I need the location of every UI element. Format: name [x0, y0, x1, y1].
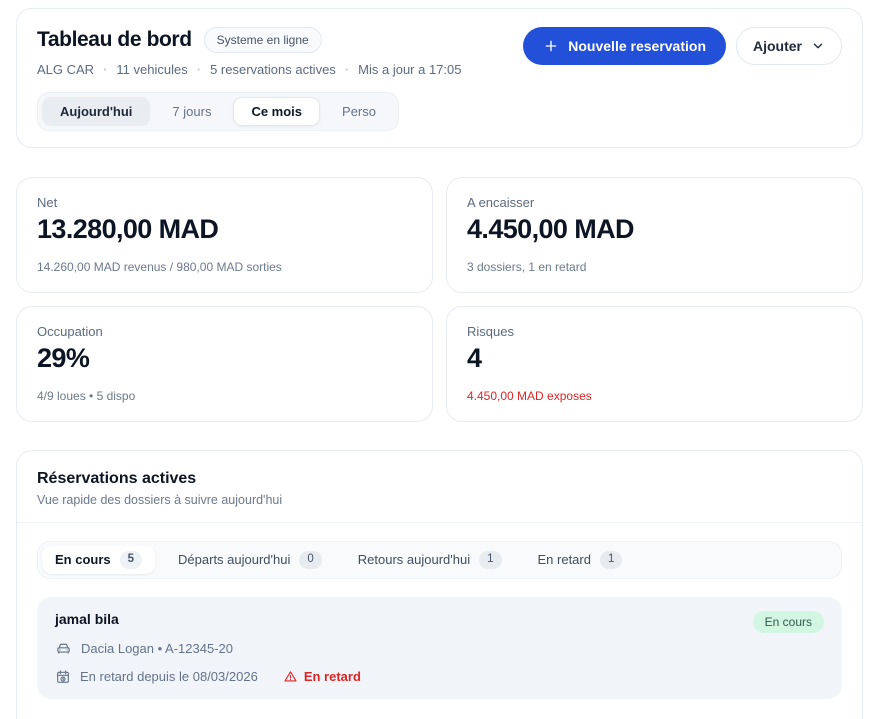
filter-tab-departs[interactable]: Départs aujourd'hui 0	[165, 546, 335, 574]
page-title: Tableau de bord	[37, 28, 192, 52]
reservations-header: Réservations actives Vue rapide des doss…	[17, 451, 862, 523]
stat-label: Occupation	[37, 324, 412, 339]
period-tab-this-month[interactable]: Ce mois	[233, 97, 320, 126]
stat-label: A encaisser	[467, 195, 842, 210]
reservation-card-top: jamal bila En cours	[55, 611, 824, 633]
filter-tab-retours[interactable]: Retours aujourd'hui 1	[345, 546, 515, 574]
reservation-card[interactable]: jamal bila En cours Dacia Logan • A-1234…	[37, 597, 842, 699]
filter-tab-label: En retard	[538, 552, 591, 567]
status-badge: Systeme en ligne	[204, 27, 322, 53]
filter-count-badge: 0	[299, 551, 321, 569]
filter-count-badge: 1	[479, 551, 501, 569]
header-top: Tableau de bord Systeme en ligne ALG CAR…	[37, 27, 842, 77]
stat-subtext: 14.260,00 MAD revenus / 980,00 MAD sorti…	[37, 260, 412, 274]
stat-value: 13.280,00 MAD	[37, 214, 412, 245]
customer-name: jamal bila	[55, 611, 119, 627]
reservation-filter-tabs: En cours 5 Départs aujourd'hui 0 Retours…	[37, 541, 842, 579]
stat-card-a-encaisser: A encaisser 4.450,00 MAD 3 dossiers, 1 e…	[446, 177, 863, 293]
vehicle-row: Dacia Logan • A-12345-20	[55, 640, 824, 657]
filter-tab-label: En cours	[55, 552, 111, 567]
header-actions: Nouvelle reservation Ajouter	[523, 27, 842, 65]
period-tab-today[interactable]: Aujourd'hui	[42, 97, 150, 126]
header-card: Tableau de bord Systeme en ligne ALG CAR…	[16, 8, 863, 148]
new-reservation-label: Nouvelle reservation	[568, 38, 706, 54]
stats-grid: Net 13.280,00 MAD 14.260,00 MAD revenus …	[16, 177, 863, 422]
stat-subtext-risk: 4.450,00 MAD exposes	[467, 389, 842, 403]
dashboard-page: { "header": { "title": "Tableau de bord"…	[0, 8, 879, 701]
filter-tab-label: Retours aujourd'hui	[358, 552, 470, 567]
reservations-subtitle: Vue rapide des dossiers à suivre aujourd…	[37, 493, 842, 507]
plus-icon	[543, 38, 559, 54]
chevron-down-icon	[811, 39, 825, 53]
stat-label: Net	[37, 195, 412, 210]
meta-vehicles: 11 vehicules	[94, 62, 188, 77]
period-tab-7days[interactable]: 7 jours	[154, 97, 229, 126]
meta-company: ALG CAR	[37, 62, 94, 77]
stat-card-net: Net 13.280,00 MAD 14.260,00 MAD revenus …	[16, 177, 433, 293]
period-tabs: Aujourd'hui 7 jours Ce mois Perso	[37, 92, 399, 131]
warning-triangle-icon	[283, 669, 298, 684]
breadcrumb-meta: ALG CAR 11 vehicules 5 reservations acti…	[37, 62, 462, 77]
filter-tab-label: Départs aujourd'hui	[178, 552, 290, 567]
stat-card-occupation: Occupation 29% 4/9 loues • 5 dispo	[16, 306, 433, 422]
stat-card-risques: Risques 4 4.450,00 MAD exposes	[446, 306, 863, 422]
filter-tab-en-retard[interactable]: En retard 1	[525, 546, 636, 574]
stat-value: 29%	[37, 343, 412, 374]
date-info-label: En retard depuis le 08/03/2026	[80, 669, 258, 684]
reservation-status-badge: En cours	[753, 611, 824, 633]
stat-value: 4	[467, 343, 842, 374]
add-dropdown-label: Ajouter	[753, 38, 802, 54]
meta-last-updated: Mis a jour a 17:05	[336, 62, 462, 77]
stat-subtext: 3 dossiers, 1 en retard	[467, 260, 842, 274]
meta-active-reservations: 5 reservations actives	[188, 62, 336, 77]
filter-count-badge: 1	[600, 551, 622, 569]
stat-subtext: 4/9 loues • 5 dispo	[37, 389, 412, 403]
reservations-body: En cours 5 Départs aujourd'hui 0 Retours…	[17, 523, 862, 719]
stat-label: Risques	[467, 324, 842, 339]
filter-tab-en-cours[interactable]: En cours 5	[42, 546, 155, 574]
add-dropdown-button[interactable]: Ajouter	[736, 27, 842, 65]
new-reservation-button[interactable]: Nouvelle reservation	[523, 27, 726, 65]
reservations-title: Réservations actives	[37, 470, 842, 488]
reservations-section: Réservations actives Vue rapide des doss…	[16, 450, 863, 719]
overdue-alert-label: En retard	[304, 669, 361, 684]
header-left: Tableau de bord Systeme en ligne ALG CAR…	[37, 27, 462, 77]
stat-value: 4.450,00 MAD	[467, 214, 842, 245]
calendar-clock-icon	[55, 669, 71, 685]
car-icon	[55, 640, 72, 657]
period-tab-custom[interactable]: Perso	[324, 97, 394, 126]
title-row: Tableau de bord Systeme en ligne	[37, 27, 462, 53]
filter-count-badge: 5	[120, 551, 142, 569]
overdue-alert: En retard	[283, 669, 361, 684]
vehicle-label: Dacia Logan • A-12345-20	[81, 641, 233, 656]
dates-row: En retard depuis le 08/03/2026 En retard	[55, 669, 824, 685]
